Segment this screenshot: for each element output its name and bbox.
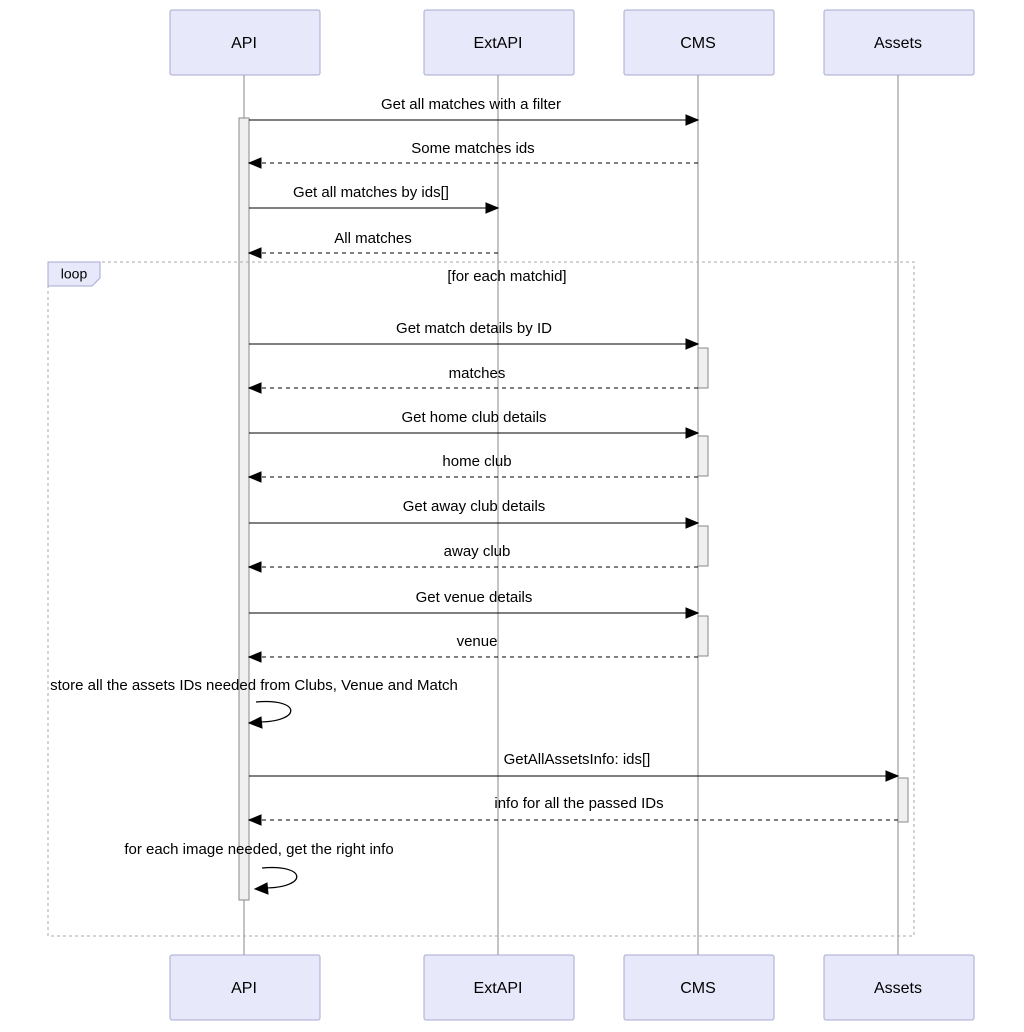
participant-assets-label-bottom: Assets [874, 980, 922, 997]
sequence-diagram: API ExtAPI CMS Assets Get all matches wi… [0, 0, 1024, 1032]
participant-assets-label: Assets [874, 35, 922, 52]
participant-extapi-label-bottom: ExtAPI [474, 980, 523, 997]
msg-get-all-matches-by-ids: Get all matches by ids[] [293, 184, 449, 201]
msg-get-all-assets-info: GetAllAssetsInfo: ids[] [504, 751, 651, 768]
msg-get-all-matches-filter: Get all matches with a filter [381, 96, 561, 113]
activation-assets [898, 778, 908, 822]
participant-cms-label-bottom: CMS [680, 980, 716, 997]
msg-for-each-image: for each image needed, get the right inf… [124, 841, 393, 858]
msg-venue: venue [457, 633, 498, 650]
activation-api [239, 118, 249, 900]
msg-all-matches: All matches [334, 230, 412, 247]
msg-get-match-details: Get match details by ID [396, 320, 552, 337]
msg-get-home-club: Get home club details [401, 409, 546, 426]
participant-cms-label: CMS [680, 35, 716, 52]
msg-store-asset-ids: store all the assets IDs needed from Clu… [50, 677, 458, 694]
participant-api-label-bottom: API [231, 980, 257, 997]
activation-cms-3 [698, 526, 708, 566]
msg-matches: matches [449, 365, 506, 382]
activation-cms-1 [698, 348, 708, 388]
participant-api-label: API [231, 35, 257, 52]
participant-extapi-label: ExtAPI [474, 35, 523, 52]
msg-home-club: home club [442, 453, 511, 470]
activation-cms-2 [698, 436, 708, 476]
msg-get-venue: Get venue details [416, 589, 533, 606]
loop-condition: [for each matchid] [447, 268, 566, 285]
msg-some-matches-ids: Some matches ids [411, 140, 534, 157]
activation-cms-4 [698, 616, 708, 656]
loop-label: loop [61, 266, 88, 282]
msg-away-club: away club [444, 543, 511, 560]
msg-get-away-club: Get away club details [403, 498, 546, 515]
msg-info-for-ids: info for all the passed IDs [494, 795, 663, 812]
